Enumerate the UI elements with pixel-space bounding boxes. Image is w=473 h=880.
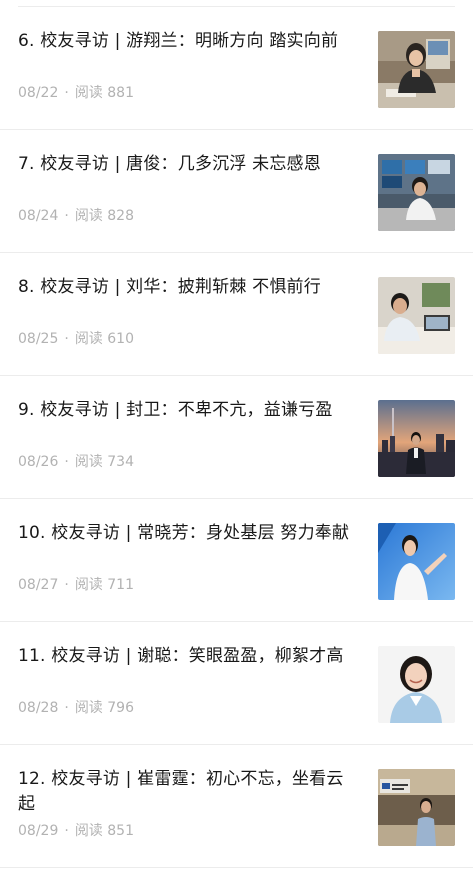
separator-dot: ·	[64, 208, 69, 224]
article-thumbnail[interactable]	[378, 154, 455, 231]
article-meta: 08/28 · 阅读 796	[18, 698, 134, 718]
read-count: 796	[107, 700, 134, 716]
article-date: 08/24	[18, 208, 59, 224]
read-label: 阅读	[74, 700, 103, 716]
read-count: 851	[107, 823, 134, 839]
read-label: 阅读	[74, 208, 103, 224]
article-thumbnail[interactable]	[378, 646, 455, 723]
article-title[interactable]: 8. 校友寻访 | 刘华：披荆斩棘 不惧前行	[18, 275, 360, 300]
read-label: 阅读	[74, 577, 103, 593]
article-title[interactable]: 11. 校友寻访 | 谢聪：笑眼盈盈，柳絮才高	[18, 644, 360, 669]
article-item[interactable]: 7. 校友寻访 | 唐俊：几多沉浮 未忘感恩 08/24 · 阅读 828	[0, 130, 473, 253]
read-label: 阅读	[74, 823, 103, 839]
article-date: 08/22	[18, 85, 59, 101]
article-list: 6. 校友寻访 | 游翔兰：明晰方向 踏实向前 08/22 · 阅读 881 7…	[0, 0, 473, 880]
read-count: 828	[107, 208, 134, 224]
article-thumbnail[interactable]	[378, 523, 455, 600]
article-title[interactable]: 6. 校友寻访 | 游翔兰：明晰方向 踏实向前	[18, 29, 360, 54]
article-date: 08/29	[18, 823, 59, 839]
read-count: 711	[107, 577, 134, 593]
article-date: 08/28	[18, 700, 59, 716]
article-meta: 08/22 · 阅读 881	[18, 83, 134, 103]
read-count: 881	[107, 85, 134, 101]
article-meta: 08/29 · 阅读 851	[18, 821, 134, 841]
article-item[interactable]: 8. 校友寻访 | 刘华：披荆斩棘 不惧前行 08/25 · 阅读 610	[0, 253, 473, 376]
article-date: 08/25	[18, 331, 59, 347]
article-meta: 08/24 · 阅读 828	[18, 206, 134, 226]
article-meta: 08/25 · 阅读 610	[18, 329, 134, 349]
article-thumbnail[interactable]	[378, 400, 455, 477]
article-meta: 08/27 · 阅读 711	[18, 575, 134, 595]
article-thumbnail[interactable]	[378, 277, 455, 354]
article-thumbnail[interactable]	[378, 769, 455, 846]
article-meta: 08/26 · 阅读 734	[18, 452, 134, 472]
article-title[interactable]: 10. 校友寻访 | 常晓芳：身处基层 努力奉献	[18, 521, 360, 546]
article-date: 08/26	[18, 454, 59, 470]
separator-dot: ·	[64, 331, 69, 347]
read-count: 734	[107, 454, 134, 470]
article-title[interactable]: 12. 校友寻访 | 崔雷霆：初心不忘，坐看云起	[18, 767, 360, 817]
article-thumbnail[interactable]	[378, 31, 455, 108]
read-label: 阅读	[74, 85, 103, 101]
article-title[interactable]: 9. 校友寻访 | 封卫：不卑不亢，益谦亏盈	[18, 398, 360, 423]
read-label: 阅读	[74, 454, 103, 470]
separator-dot: ·	[64, 454, 69, 470]
read-count: 610	[107, 331, 134, 347]
separator-dot: ·	[64, 700, 69, 716]
article-date: 08/27	[18, 577, 59, 593]
article-item[interactable]: 11. 校友寻访 | 谢聪：笑眼盈盈，柳絮才高 08/28 · 阅读 796	[0, 622, 473, 745]
read-label: 阅读	[74, 331, 103, 347]
separator-dot: ·	[64, 823, 69, 839]
article-item[interactable]: 6. 校友寻访 | 游翔兰：明晰方向 踏实向前 08/22 · 阅读 881	[0, 7, 473, 130]
article-item[interactable]: 12. 校友寻访 | 崔雷霆：初心不忘，坐看云起 08/29 · 阅读 851	[0, 745, 473, 868]
separator-dot: ·	[64, 85, 69, 101]
article-title[interactable]: 7. 校友寻访 | 唐俊：几多沉浮 未忘感恩	[18, 152, 360, 177]
article-item[interactable]: 10. 校友寻访 | 常晓芳：身处基层 努力奉献 08/27 · 阅读 711	[0, 499, 473, 622]
separator-dot: ·	[64, 577, 69, 593]
article-item[interactable]: 9. 校友寻访 | 封卫：不卑不亢，益谦亏盈 08/26 · 阅读 734	[0, 376, 473, 499]
